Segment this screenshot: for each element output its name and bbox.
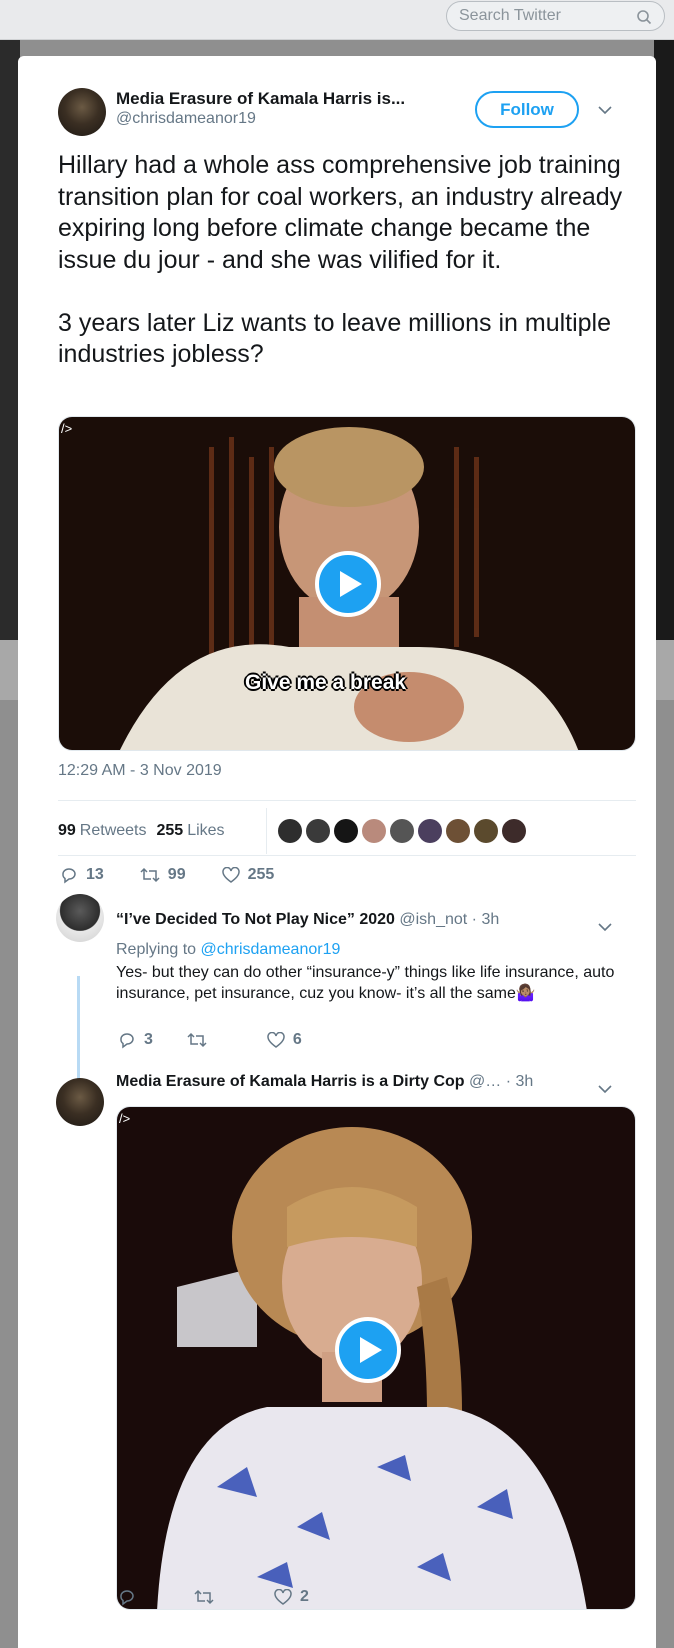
reply-count: 13 xyxy=(86,866,104,883)
likes-stat[interactable]: 255 Likes xyxy=(157,822,225,840)
reply1-action-bar: 3 6 xyxy=(118,1031,338,1049)
follow-button[interactable]: Follow xyxy=(475,91,579,128)
gif-caption: Give me a break xyxy=(245,671,407,694)
reply-icon xyxy=(120,1590,134,1606)
author-handle[interactable]: @chrisdameanor19 xyxy=(116,110,256,128)
replying-to-link[interactable]: @chrisdameanor19 xyxy=(201,941,341,958)
reply1-text: Yes- but they can do other “insurance-y”… xyxy=(116,964,615,1002)
author-name[interactable]: Media Erasure of Kamala Harris is... xyxy=(116,89,405,109)
background-page-right xyxy=(654,40,674,640)
replying-to: Replying to @chrisdameanor19 xyxy=(116,941,340,959)
retweet-icon xyxy=(187,1032,207,1048)
retweet-count: 99 xyxy=(167,866,186,883)
replying-prefix: Replying to xyxy=(116,941,197,958)
chevron-down-icon[interactable] xyxy=(598,922,612,932)
like-button[interactable]: 255 xyxy=(221,866,275,884)
broken-image-text: /> xyxy=(61,421,73,436)
reply-button[interactable] xyxy=(118,1588,144,1606)
heart-icon xyxy=(267,1032,285,1048)
liker-avatar[interactable] xyxy=(502,819,526,843)
search-placeholder: Search Twitter xyxy=(459,7,561,24)
like-count: 2 xyxy=(300,1588,309,1605)
reply2-header: Media Erasure of Kamala Harris is a Dirt… xyxy=(116,1073,533,1091)
author-avatar[interactable] xyxy=(58,88,106,136)
liker-avatar[interactable] xyxy=(474,819,498,843)
tweet-permalink-modal: Media Erasure of Kamala Harris is... @ch… xyxy=(18,56,656,1648)
retweet-button[interactable]: 99 xyxy=(140,866,186,884)
reply1-header: “I’ve Decided To Not Play Nice” 2020 @is… xyxy=(116,911,499,929)
top-navigation-bar: Search Twitter xyxy=(0,0,674,40)
like-button[interactable]: 6 xyxy=(267,1031,302,1049)
liker-avatar[interactable] xyxy=(278,819,302,843)
liker-avatar[interactable] xyxy=(362,819,386,843)
background-strip-right xyxy=(654,640,674,700)
divider xyxy=(58,800,636,801)
tweet-timestamp[interactable]: 12:29 AM - 3 Nov 2019 xyxy=(58,762,222,780)
retweet-icon xyxy=(140,867,160,883)
stats-separator xyxy=(266,808,267,854)
reply-button[interactable]: 3 xyxy=(118,1031,153,1049)
tweet-action-bar: 13 99 255 xyxy=(60,866,310,884)
reply1-author-name[interactable]: “I’ve Decided To Not Play Nice” 2020 xyxy=(116,911,395,928)
tweet-text: Hillary had a whole ass comprehensive jo… xyxy=(58,151,623,368)
broken-image-text: /> xyxy=(119,1111,131,1126)
heart-icon xyxy=(274,1589,292,1605)
search-box[interactable]: Search Twitter xyxy=(446,1,665,31)
reply-icon xyxy=(120,1033,134,1049)
like-count: 255 xyxy=(247,866,275,883)
background-strip-left xyxy=(0,640,20,700)
like-button[interactable]: 2 xyxy=(274,1588,309,1606)
reply2-avatar[interactable] xyxy=(56,1078,104,1126)
retweet-button[interactable] xyxy=(187,1031,215,1049)
reply2-author-name[interactable]: Media Erasure of Kamala Harris is a Dirt… xyxy=(116,1073,465,1090)
chevron-down-icon[interactable] xyxy=(598,1084,612,1094)
reply-button[interactable]: 13 xyxy=(60,866,104,884)
retweet-button[interactable] xyxy=(194,1588,222,1606)
heart-icon xyxy=(221,867,240,883)
reply-icon xyxy=(62,868,76,884)
reply2-author-handle[interactable]: @… xyxy=(469,1073,501,1090)
play-icon[interactable] xyxy=(315,551,381,617)
reply1-author-handle[interactable]: @ish_not xyxy=(399,911,467,928)
reply-count: 3 xyxy=(144,1031,153,1048)
reply2-time[interactable]: · 3h xyxy=(506,1073,534,1090)
search-icon[interactable] xyxy=(636,9,652,25)
reply2-gif-media[interactable]: /> xyxy=(116,1106,636,1610)
like-count: 6 xyxy=(292,1031,302,1048)
reply1-time[interactable]: · 3h xyxy=(472,911,500,928)
chevron-down-icon[interactable] xyxy=(598,105,612,115)
tweet-gif-media[interactable]: /> Give me a break xyxy=(58,416,636,751)
liker-avatar[interactable] xyxy=(306,819,330,843)
tweet-stats: 99 Retweets 255 Likes xyxy=(58,808,225,854)
retweet-icon xyxy=(194,1589,214,1605)
reply1-avatar[interactable] xyxy=(56,894,104,942)
retweets-stat[interactable]: 99 Retweets xyxy=(58,822,147,840)
liker-avatar[interactable] xyxy=(390,819,414,843)
reply2-action-bar: 2 xyxy=(118,1588,345,1606)
liker-avatar[interactable] xyxy=(418,819,442,843)
background-page-left xyxy=(0,40,20,640)
divider xyxy=(58,855,636,856)
liker-avatar[interactable] xyxy=(334,819,358,843)
liker-avatar[interactable] xyxy=(446,819,470,843)
play-icon[interactable] xyxy=(335,1317,401,1383)
